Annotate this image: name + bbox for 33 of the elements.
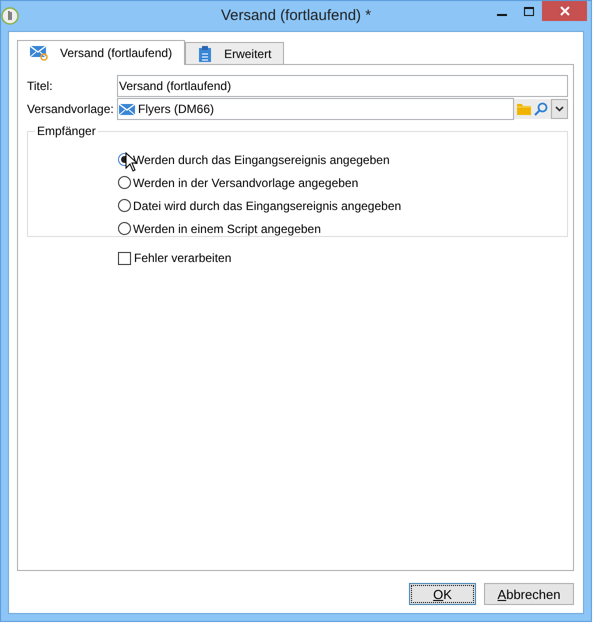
input-field[interactable]: Flyers (DM66) (117, 98, 514, 120)
option-label: Datei wird durch das Eingangsereignis angegeben (133, 198, 402, 212)
cancel-button[interactable]: Abbrechen (484, 583, 574, 605)
close-button[interactable] (542, 1, 587, 21)
envelope-icon (119, 102, 135, 116)
app-icon (1, 7, 19, 25)
field-value: Flyers (DM66) (138, 102, 214, 116)
close-icon (560, 6, 570, 16)
ok-button[interactable]: OK (409, 583, 476, 605)
clipboard-icon (198, 46, 212, 62)
option-label: Werden durch das Eingangsereignis angegeben (133, 152, 390, 166)
tab[interactable]: Erweitert (185, 42, 284, 64)
checkbox[interactable] (118, 252, 131, 264)
search-icon (534, 102, 548, 116)
field-label: Versandvorlage: (27, 102, 115, 116)
group-label: Empfänger (35, 124, 98, 138)
maximize-icon (524, 7, 534, 17)
dropdown-button[interactable] (551, 99, 568, 119)
radio-button[interactable] (118, 176, 131, 189)
input-field[interactable]: Versand (fortlaufend) (117, 75, 568, 97)
window-title: Versand (fortlaufend) * (220, 7, 372, 24)
folder-icon (517, 103, 531, 115)
checkbox-label: Fehler verarbeiten (134, 251, 232, 265)
field-label: Titel: (27, 79, 54, 93)
minimize-icon (496, 14, 506, 16)
option-label: Werden in einem Script angegeben (133, 222, 321, 236)
radio-button[interactable] (118, 199, 131, 212)
caret-icon (555, 106, 564, 112)
option-label: Werden in der Versandvorlage angegeben (133, 176, 358, 190)
envelope-icon (30, 45, 48, 61)
tab[interactable]: Versand (fortlaufend) (17, 40, 186, 65)
field-value: Versand (fortlaufend) (119, 79, 232, 93)
radio-button[interactable] (118, 222, 131, 235)
